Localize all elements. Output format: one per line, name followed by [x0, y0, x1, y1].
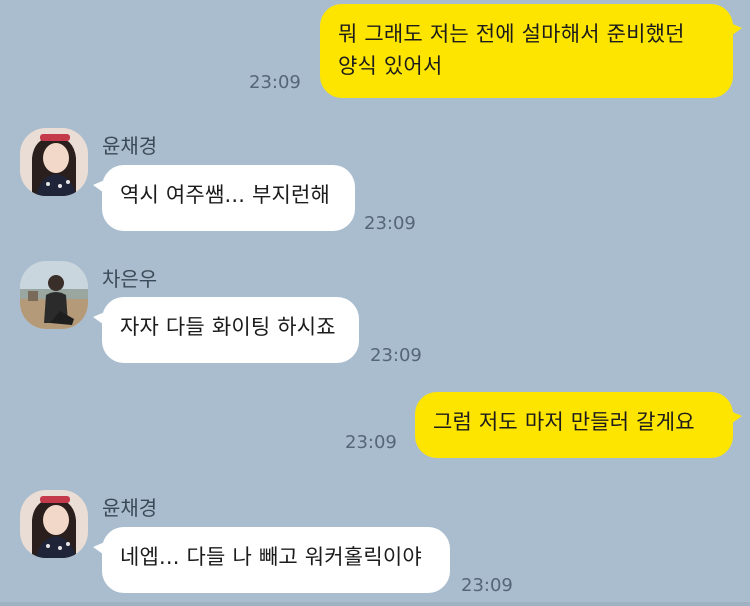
their-message-bubble[interactable]: 자자 다들 화이팅 하시죠 — [93, 297, 359, 363]
profile-photo-icon — [20, 128, 88, 196]
my-message-bubble[interactable]: 뭐 그래도 저는 전에 설마해서 준비했던 양식 있어서 — [320, 4, 742, 98]
profile-photo-icon — [20, 261, 88, 329]
bottom-divider — [0, 602, 750, 606]
message-time: 23:09 — [461, 575, 513, 596]
message-time: 23:09 — [345, 432, 397, 453]
profile-photo-icon — [20, 490, 88, 558]
sender-name: 차은우 — [102, 267, 158, 291]
avatar[interactable] — [20, 490, 88, 558]
avatar[interactable] — [20, 128, 88, 196]
their-message-bubble[interactable]: 네엡... 다들 나 빼고 워커홀릭이야 — [93, 527, 450, 593]
message-time: 23:09 — [364, 213, 416, 234]
avatar[interactable] — [20, 261, 88, 329]
chat-room: 23:09 뭐 그래도 저는 전에 설마해서 준비했던 양식 있어서 윤채경 역… — [0, 0, 750, 606]
message-time: 23:09 — [370, 345, 422, 366]
their-message-bubble[interactable]: 역시 여주쌤... 부지런해 — [93, 165, 355, 231]
my-message-bubble[interactable]: 그럼 저도 마저 만들러 갈게요 — [415, 392, 742, 458]
sender-name: 윤채경 — [102, 496, 158, 520]
sender-name: 윤채경 — [102, 134, 158, 158]
message-time: 23:09 — [249, 72, 301, 93]
